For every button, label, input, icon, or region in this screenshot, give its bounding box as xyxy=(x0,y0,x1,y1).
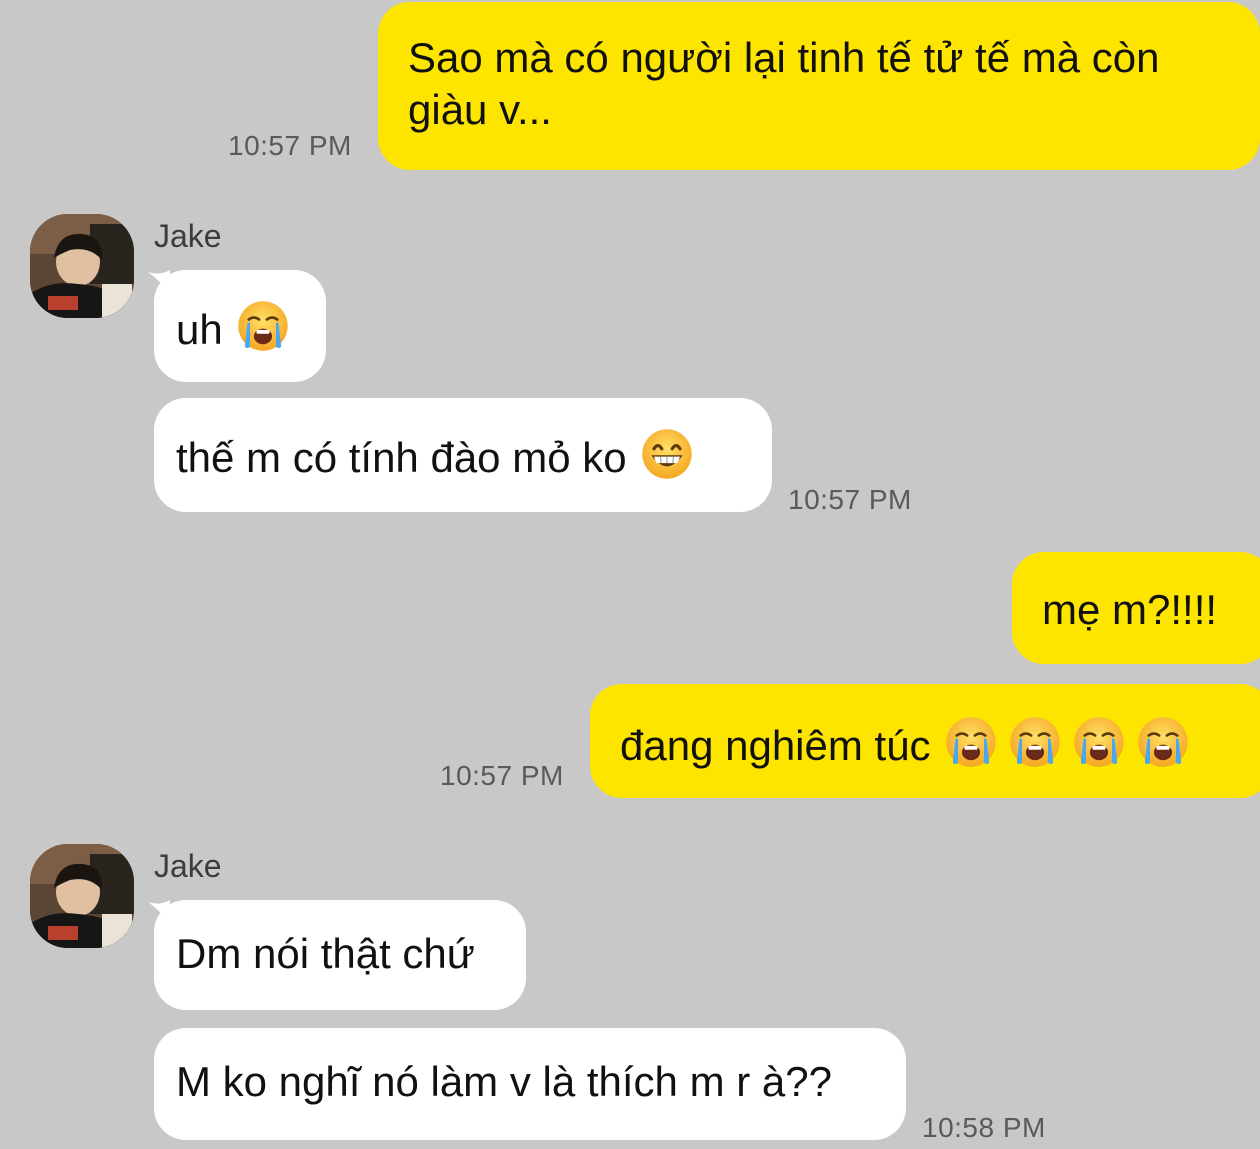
message-text: M ko nghĩ nó làm v là thích m r à?? xyxy=(176,1058,832,1105)
message-timestamp: 10:57 PM xyxy=(228,130,352,161)
loudly-crying-face-icon xyxy=(1009,716,1061,768)
message-text: mẹ m?!!!! xyxy=(1042,586,1218,633)
message-timestamp: 10:57 PM xyxy=(788,484,912,515)
message-text: uh xyxy=(176,306,223,353)
message-text: Dm nói thật chứ xyxy=(176,930,475,977)
message-text: đang nghiêm túc xyxy=(620,722,931,769)
message-text: Sao mà có người lại tinh tế tử tế mà còn… xyxy=(408,34,1160,133)
my-message-bubble[interactable]: Sao mà có người lại tinh tế tử tế mà còn… xyxy=(378,2,1260,170)
loudly-crying-face-icon xyxy=(237,300,289,352)
their-message-bubble[interactable]: thế m có tính đào mỏ ko xyxy=(154,398,772,512)
sender-name: Jake xyxy=(154,848,222,884)
avatar[interactable] xyxy=(30,214,134,318)
message-timestamp: 10:57 PM xyxy=(440,760,564,791)
their-message-bubble[interactable]: M ko nghĩ nó làm v là thích m r à?? xyxy=(154,1028,906,1140)
my-message-bubble[interactable]: đang nghiêm túc xyxy=(590,684,1260,798)
loudly-crying-face-icon xyxy=(945,716,997,768)
message-timestamp: 10:58 PM xyxy=(922,1112,1046,1143)
my-message-bubble[interactable]: mẹ m?!!!! xyxy=(1012,552,1260,664)
loudly-crying-face-icon xyxy=(1073,716,1125,768)
message-text: thế m có tính đào mỏ ko xyxy=(176,434,627,481)
sender-name: Jake xyxy=(154,218,222,254)
loudly-crying-face-icon xyxy=(1137,716,1189,768)
grinning-face-with-smiling-eyes-icon xyxy=(641,428,693,480)
avatar[interactable] xyxy=(30,844,134,948)
their-message-bubble[interactable]: uh xyxy=(154,270,326,382)
their-message-bubble[interactable]: Dm nói thật chứ xyxy=(154,900,526,1010)
